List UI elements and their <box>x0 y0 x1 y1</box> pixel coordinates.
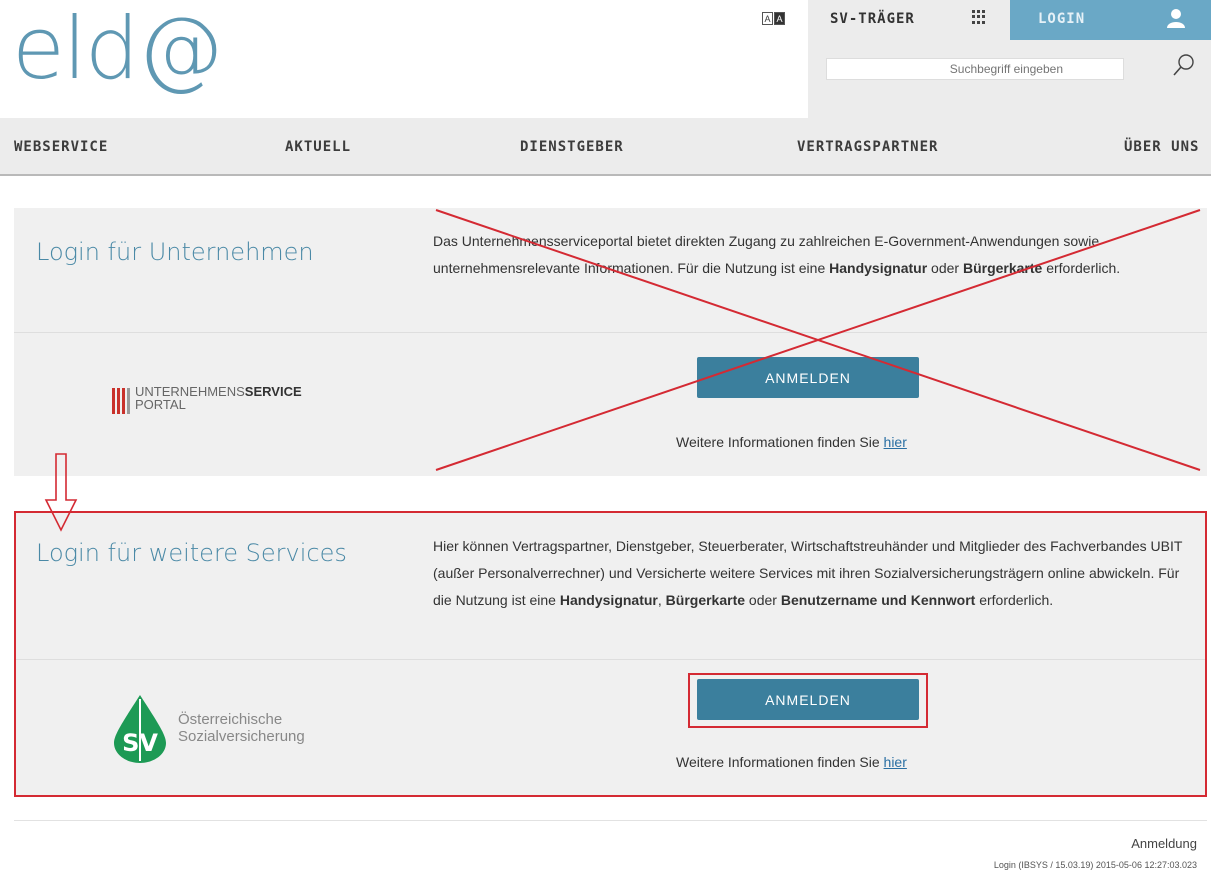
more-info-text: Weitere Informationen finden Sie hier <box>676 434 907 450</box>
footer-label: Anmeldung <box>1131 836 1197 851</box>
footer-divider <box>14 820 1207 821</box>
footer-build-info: Login (IBSYS / 15.03.19) 2015-05-06 12:2… <box>993 860 1197 870</box>
login-unternehmen-card: Login für Unternehmen Das Unternehmensse… <box>14 208 1207 476</box>
nav-webservice[interactable]: WEBSERVICE <box>14 139 108 155</box>
card-description: Das Unternehmensserviceportal bietet dir… <box>433 233 1121 276</box>
highlight-box <box>14 511 1207 797</box>
usp-logo: UNTERNEHMENSSERVICE PORTAL <box>112 385 302 414</box>
login-label: LOGIN <box>1038 11 1086 27</box>
font-size-toggle[interactable]: A A <box>762 12 785 25</box>
nav-aktuell[interactable]: AKTUELL <box>285 139 351 155</box>
search-icon[interactable] <box>1172 53 1196 77</box>
search-input[interactable] <box>827 59 1123 79</box>
more-info-link[interactable]: hier <box>884 434 907 450</box>
search-field[interactable] <box>826 58 1124 80</box>
nav-ueber-uns[interactable]: ÜBER UNS <box>1124 139 1199 155</box>
main-navigation: WEBSERVICE AKTUELL DIENSTGEBER VERTRAGSP… <box>0 118 1211 176</box>
card-title: Login für Unternehmen <box>36 238 314 266</box>
apps-grid-icon[interactable] <box>972 10 986 24</box>
font-size-small[interactable]: A <box>762 12 773 25</box>
elda-logo[interactable]: eld@ <box>12 6 223 92</box>
anmelden-unternehmen-button[interactable]: ANMELDEN <box>697 357 919 398</box>
user-icon[interactable] <box>1167 8 1185 28</box>
sv-traeger-link[interactable]: SV-TRÄGER <box>830 11 915 27</box>
button-highlight-box <box>688 673 928 728</box>
divider <box>14 332 1207 333</box>
nav-vertragspartner[interactable]: VERTRAGSPARTNER <box>797 139 938 155</box>
font-size-large[interactable]: A <box>774 12 785 25</box>
nav-dienstgeber[interactable]: DIENSTGEBER <box>520 139 624 155</box>
